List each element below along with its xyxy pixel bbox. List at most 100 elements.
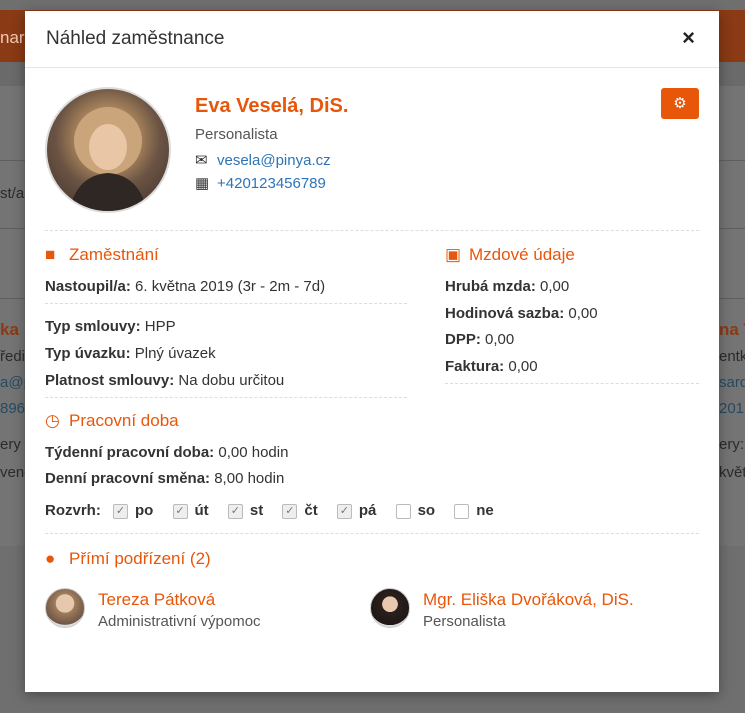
dpp-label: DPP:	[445, 331, 481, 348]
schedule-day: ✓ út	[172, 502, 209, 519]
dpp-row: DPP: 0,00	[445, 331, 514, 348]
gross-salary-row: Hrubá mzda: 0,00	[445, 278, 569, 295]
clock-icon: ◷	[45, 411, 60, 430]
settings-button[interactable]: ⚙	[661, 88, 699, 119]
briefcase-icon: ■	[45, 245, 56, 264]
start-date-value: 6. května 2019 (3r - 2m - 7d)	[135, 278, 326, 295]
workload-value: Plný úvazek	[134, 345, 216, 362]
schedule-label: Rozvrh:	[45, 502, 101, 519]
contract-type-row: Typ smlouvy: HPP	[45, 318, 176, 335]
schedule-day: ✓ so	[395, 502, 436, 519]
background-text: entk	[719, 348, 745, 365]
divider	[445, 383, 699, 384]
background-text: na T	[719, 320, 745, 339]
background-text: st/a	[0, 185, 25, 202]
hourly-rate-label: Hodinová sazba:	[445, 305, 565, 322]
building-icon: ▦	[195, 175, 210, 192]
schedule-day: ✓ čt	[282, 502, 318, 519]
day-checkbox[interactable]: ✓	[172, 504, 188, 519]
contract-validity-value: Na dobu určitou	[178, 372, 285, 389]
background-text: 896	[0, 400, 26, 417]
divider	[45, 533, 699, 534]
envelope-icon: ✉	[195, 152, 208, 169]
schedule-day: ✓ pá	[336, 502, 377, 519]
gross-salary-label: Hrubá mzda:	[445, 278, 536, 295]
employee-phone: ▦ +420123456789	[195, 174, 326, 192]
avatar	[45, 87, 171, 213]
hourly-rate-row: Hodinová sazba: 0,00	[445, 305, 598, 322]
gears-icon: ⚙	[673, 95, 687, 112]
phone-link[interactable]: +420123456789	[217, 175, 326, 192]
background-topbar-text: nar	[0, 28, 25, 47]
daily-shift-label: Denní pracovní směna:	[45, 470, 211, 487]
employee-email: ✉ vesela@pinya.cz	[195, 151, 331, 169]
schedule-day: ✓ ne	[454, 502, 494, 519]
day-label: so	[417, 502, 436, 519]
background-text: sard	[719, 374, 745, 391]
day-label: út	[194, 502, 209, 519]
subordinate-name[interactable]: Mgr. Eliška Dvořáková, DiS.	[423, 590, 634, 610]
contract-validity-label: Platnost smlouvy:	[45, 372, 175, 389]
subordinate-name[interactable]: Tereza Pátková	[98, 590, 215, 610]
schedule-row: Rozvrh: ✓ po ✓ út ✓ st ✓ čt ✓ pá ✓ so ✓ ne	[45, 502, 509, 519]
email-link[interactable]: vesela@pinya.cz	[217, 152, 331, 169]
close-icon[interactable]: ×	[682, 27, 695, 49]
money-icon: ▣	[445, 245, 462, 264]
subordinate-role: Personalista	[423, 613, 506, 630]
day-checkbox[interactable]: ✓	[113, 504, 129, 519]
employee-name: Eva Veselá, DiS.	[195, 95, 349, 117]
schedule-day: ✓ po	[113, 502, 153, 519]
section-title-subordinates: ● Přímí podřízení (2)	[45, 549, 211, 569]
hourly-rate-value: 0,00	[568, 305, 598, 322]
day-label: st	[249, 502, 264, 519]
day-checkbox[interactable]: ✓	[336, 504, 352, 519]
start-date-row: Nastoupil/a: 6. května 2019 (3r - 2m - 7…	[45, 278, 325, 295]
contract-type-label: Typ smlouvy:	[45, 318, 141, 335]
gross-salary-value: 0,00	[540, 278, 570, 295]
daily-shift-value: 8,00 hodin	[214, 470, 285, 487]
workload-row: Typ úvazku: Plný úvazek	[45, 345, 216, 362]
start-date-label: Nastoupil/a:	[45, 278, 131, 295]
divider	[45, 303, 407, 304]
background-text: ředi	[0, 348, 26, 365]
daily-shift-row: Denní pracovní směna: 8,00 hodin	[45, 470, 284, 487]
employee-preview-modal: Náhled zaměstnance × Eva Veselá, DiS. Pe…	[25, 11, 719, 692]
modal-header: Náhled zaměstnance ×	[25, 11, 719, 68]
section-title-salary: ▣ Mzdové údaje	[445, 245, 575, 265]
invoice-row: Faktura: 0,00	[445, 358, 538, 375]
section-title-text: Zaměstnání	[69, 245, 159, 264]
dpp-value: 0,00	[485, 331, 515, 348]
day-label: ne	[476, 502, 494, 519]
background-text: 201	[719, 400, 745, 417]
section-title-employment: ■ Zaměstnání	[45, 245, 159, 265]
day-label: po	[135, 502, 154, 519]
background-text: ka	[0, 320, 19, 339]
modal-title: Náhled zaměstnance	[46, 28, 225, 49]
day-checkbox[interactable]: ✓	[395, 504, 411, 519]
day-label: pá	[358, 502, 377, 519]
weekly-hours-value: 0,00 hodin	[218, 444, 289, 461]
workload-label: Typ úvazku:	[45, 345, 131, 362]
day-checkbox[interactable]: ✓	[454, 504, 470, 519]
invoice-label: Faktura:	[445, 358, 505, 375]
background-text: ery: ú	[719, 436, 745, 453]
day-checkbox[interactable]: ✓	[282, 504, 298, 519]
section-title-worktime: ◷ Pracovní doba	[45, 411, 179, 431]
day-checkbox[interactable]: ✓	[227, 504, 243, 519]
subordinate-role: Administrativní výpomoc	[98, 613, 261, 630]
divider	[45, 397, 407, 398]
day-label: čt	[304, 502, 318, 519]
weekly-hours-row: Týdenní pracovní doba: 0,00 hodin	[45, 444, 288, 461]
contract-validity-row: Platnost smlouvy: Na dobu určitou	[45, 372, 284, 389]
avatar	[45, 588, 85, 628]
section-title-text: Mzdové údaje	[469, 245, 575, 264]
invoice-value: 0,00	[508, 358, 538, 375]
section-title-text: Pracovní doba	[69, 411, 179, 430]
section-title-text: Přímí podřízení (2)	[69, 549, 211, 568]
divider	[45, 230, 699, 231]
weekly-hours-label: Týdenní pracovní doba:	[45, 444, 215, 461]
contract-type-value: HPP	[144, 318, 176, 335]
avatar	[370, 588, 410, 628]
schedule-day: ✓ st	[227, 502, 264, 519]
background-text: květ	[719, 464, 745, 481]
